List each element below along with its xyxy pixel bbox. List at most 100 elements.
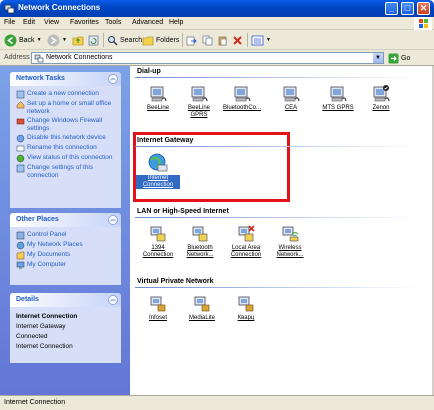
delete-button[interactable] xyxy=(232,33,243,47)
rename-icon xyxy=(16,145,25,152)
refresh-icon xyxy=(88,35,99,45)
refresh-button[interactable] xyxy=(88,33,99,47)
back-arrow-icon xyxy=(4,34,17,46)
connection-bluetooth-dialup[interactable]: BluetoothCo... xyxy=(222,84,262,112)
menu-view[interactable]: View xyxy=(44,19,59,26)
my-documents-icon xyxy=(16,251,25,260)
group-title-dialup: Dial-up xyxy=(137,68,161,75)
collapse-chevron-icon[interactable]: ︽ xyxy=(108,215,118,225)
menu-favorites[interactable]: Favorites xyxy=(70,19,99,26)
views-icon xyxy=(251,35,264,45)
network-tasks-header[interactable]: Network Tasks ︽ xyxy=(10,72,121,86)
go-label: Go xyxy=(401,55,411,62)
group-title-gateway: Internet Gateway xyxy=(137,137,194,144)
connection-1394[interactable]: 1394 Connection xyxy=(138,224,178,259)
connection-wireless[interactable]: Wireless Network... xyxy=(270,224,310,259)
menu-edit[interactable]: Edit xyxy=(23,19,35,26)
task-disable-device[interactable]: Disable this network device xyxy=(16,134,116,143)
task-change-settings[interactable]: Change settings of this connection xyxy=(16,164,116,180)
details-header[interactable]: Details ︽ xyxy=(10,293,121,307)
menu-tools[interactable]: Tools xyxy=(105,19,121,26)
connection-mts-gprs[interactable]: MTS GPRS xyxy=(318,84,358,112)
status-text: Internet Connection xyxy=(4,399,66,406)
network-tasks-panel: Network Tasks ︽ Create a new connection … xyxy=(10,72,121,208)
menu-help[interactable]: Help xyxy=(169,19,183,26)
menu-advanced[interactable]: Advanced xyxy=(132,19,163,26)
collapse-chevron-icon[interactable]: ︽ xyxy=(108,74,118,84)
task-firewall[interactable]: Change Windows Firewall settings xyxy=(16,117,116,133)
group-divider xyxy=(135,146,420,147)
details-body: Internet Connection Internet Gateway Con… xyxy=(10,307,121,357)
search-icon xyxy=(108,35,118,45)
connection-zenon[interactable]: Zenon xyxy=(361,84,401,112)
minimize-button[interactable]: _ xyxy=(385,2,398,15)
task-home-network[interactable]: Set up a home or small office network xyxy=(16,100,116,116)
details-title: Details xyxy=(16,296,39,303)
control-panel-icon xyxy=(16,231,25,240)
lan-disconnected-icon xyxy=(238,225,255,242)
place-my-documents[interactable]: My Documents xyxy=(16,251,116,260)
search-label: Search xyxy=(120,36,143,44)
folders-button[interactable]: Folders xyxy=(142,33,179,47)
connection-beeline-gprs[interactable]: BeeLine GPRS xyxy=(179,84,219,119)
toolbar-separator xyxy=(247,33,248,47)
folders-label: Folders xyxy=(156,36,180,44)
forward-dropdown-icon[interactable]: ▼ xyxy=(62,37,67,43)
lan-connection-icon xyxy=(192,226,208,242)
back-dropdown-icon[interactable]: ▼ xyxy=(37,37,42,43)
lan-connection-icon xyxy=(150,226,166,242)
menu-file[interactable]: File xyxy=(4,19,15,26)
details-type: Internet Gateway xyxy=(16,323,66,330)
address-label: Address xyxy=(4,54,30,61)
connection-local-area[interactable]: Local Area Connection xyxy=(226,224,266,259)
window-title: Network Connections xyxy=(18,3,101,12)
address-input[interactable]: Network Connections ▼ xyxy=(31,52,384,64)
move-to-button[interactable] xyxy=(186,33,197,47)
place-control-panel[interactable]: Control Panel xyxy=(16,231,116,240)
connections-view: Dial-up BeeLine BeeLine GPRS BluetoothCo… xyxy=(130,66,434,395)
task-create-connection[interactable]: Create a new connection xyxy=(16,90,116,99)
group-divider xyxy=(135,217,420,218)
connection-internet-gateway[interactable]: Internet Connection xyxy=(136,152,180,189)
connection-infoset[interactable]: Infoset xyxy=(138,294,178,322)
place-network-places[interactable]: My Network Places xyxy=(16,241,116,250)
up-folder-button[interactable] xyxy=(72,33,84,47)
dialup-connection-default-icon xyxy=(373,85,390,102)
address-bar: Address Network Connections ▼ Go xyxy=(0,50,434,66)
vpn-connection-icon xyxy=(194,296,210,312)
go-button[interactable]: Go xyxy=(388,53,410,64)
maximize-button[interactable]: □ xyxy=(401,2,414,15)
network-connections-icon xyxy=(4,4,15,14)
details-status: Connected xyxy=(16,333,48,340)
place-my-computer[interactable]: My Computer xyxy=(16,261,116,270)
search-button[interactable]: Search xyxy=(107,33,142,47)
copy-to-button[interactable] xyxy=(202,33,213,47)
connection-medialite[interactable]: MediaLite xyxy=(182,294,222,322)
views-dropdown-icon[interactable]: ▼ xyxy=(266,37,271,43)
move-to-icon xyxy=(186,36,197,45)
close-button[interactable]: ✕ xyxy=(417,2,430,15)
connection-kvarts[interactable]: Кварц xyxy=(226,294,266,322)
collapse-chevron-icon[interactable]: ︽ xyxy=(108,295,118,305)
back-button[interactable]: Back ▼ xyxy=(4,33,42,47)
delete-icon xyxy=(233,35,242,45)
windows-logo-icon xyxy=(414,17,432,30)
connection-beeline[interactable]: BeeLine xyxy=(138,84,178,112)
views-button[interactable]: ▼ xyxy=(251,33,271,47)
paste-icon xyxy=(218,36,227,45)
group-divider xyxy=(135,287,420,288)
paste-button[interactable] xyxy=(217,33,228,47)
forward-button[interactable]: ▼ xyxy=(47,33,67,47)
other-places-header[interactable]: Other Places ︽ xyxy=(10,213,121,227)
dialup-connection-icon xyxy=(191,86,208,102)
connection-bluetooth-network[interactable]: Bluetooth Network... xyxy=(180,224,220,259)
back-label: Back xyxy=(19,36,35,44)
task-rename[interactable]: Rename this connection xyxy=(16,144,116,153)
task-view-status[interactable]: View status of this connection xyxy=(16,154,116,163)
other-places-title: Other Places xyxy=(16,216,59,223)
connection-cea[interactable]: CEA xyxy=(271,84,311,112)
address-dropdown-icon[interactable]: ▼ xyxy=(373,53,383,63)
firewall-icon xyxy=(16,118,25,125)
new-connection-icon xyxy=(16,90,25,99)
go-arrow-icon xyxy=(388,53,399,64)
